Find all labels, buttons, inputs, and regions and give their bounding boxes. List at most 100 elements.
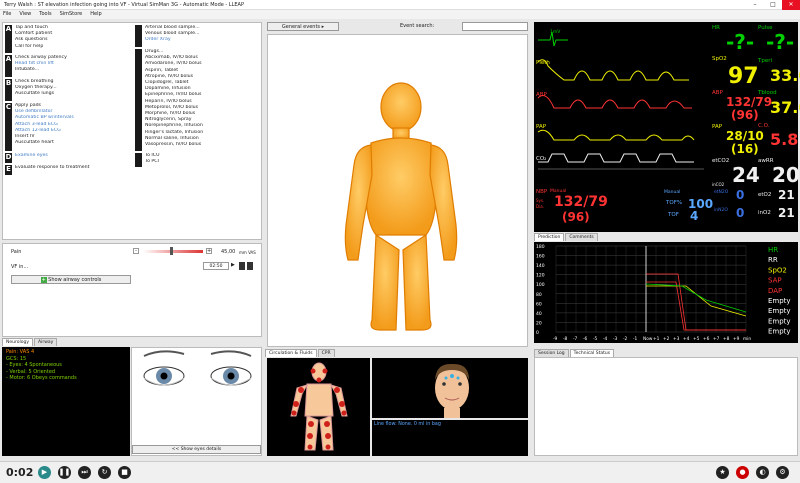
pain-decrease-button[interactable]: - <box>133 248 139 254</box>
menu-help[interactable]: Help <box>90 10 101 19</box>
ecg-scale: 1mV <box>550 30 561 35</box>
action-item[interactable]: Vasopressin, IV/IO bolus <box>145 142 259 148</box>
close-button[interactable]: ✕ <box>782 0 800 10</box>
action-section-d: D Examine eyes <box>5 153 129 163</box>
legend-entry: HR <box>768 246 778 254</box>
play-button[interactable]: ▶ <box>38 466 51 479</box>
restart-button[interactable]: ↻ <box>98 466 111 479</box>
pap-wave-label: PAP <box>536 124 547 130</box>
neurology-panel: Neurology Airway Pain: VAS 4 GCS: 15 - E… <box>2 338 262 456</box>
settings-button[interactable]: ⚙ <box>776 466 789 479</box>
action-item[interactable]: To PCI <box>145 159 259 165</box>
section-letter-icon: D <box>5 153 12 163</box>
section-letter-icon <box>135 49 142 151</box>
section-letter-icon: A <box>5 25 12 53</box>
menu-simstore[interactable]: SimStore <box>60 10 83 19</box>
pap-mean: (16) <box>731 142 759 156</box>
skip-button[interactable]: ⏭ <box>78 466 91 479</box>
line-flow-text: Line flow: None. 0 ml in bag <box>374 422 441 427</box>
vf-start-button[interactable]: ▶ <box>231 262 235 268</box>
legend-entry: Empty <box>768 328 791 336</box>
action-item[interactable]: Auscultate lungs <box>15 91 129 97</box>
tab-comments[interactable]: Comments <box>565 233 598 241</box>
tab-technical-status[interactable]: Technical Status <box>569 349 615 357</box>
action-section-r: Arterial blood sample... Venous blood sam… <box>135 25 259 47</box>
patient-face-illustration[interactable] <box>372 358 528 418</box>
nbp-dia-label: Dia. <box>536 204 544 209</box>
pain-increase-button[interactable]: + <box>206 248 212 254</box>
iv-body-illustration[interactable] <box>267 358 370 456</box>
legend-entry: Empty <box>768 297 791 305</box>
tblood-value: 37.0 <box>770 98 800 117</box>
ino2-label: inO2 <box>758 210 771 216</box>
action-item[interactable]: Examine eyes <box>15 153 129 159</box>
vf-option-a[interactable] <box>239 262 245 270</box>
action-item[interactable]: Evaluate response to treatment <box>15 165 129 171</box>
show-airway-controls-button[interactable]: + Show airway controls <box>11 275 131 284</box>
pause-button[interactable]: ❚❚ <box>58 466 71 479</box>
action-item[interactable]: Call for help <box>15 44 129 50</box>
pain-slider[interactable] <box>143 250 203 253</box>
general-events-button[interactable]: General events ▸ <box>267 22 339 31</box>
pain-unit: mm VAS <box>239 250 256 255</box>
parameters-panel: Pain - + 45,00 mm VAS VF in... 02:50 ▶ +… <box>2 243 262 337</box>
tab-neurology[interactable]: Neurology <box>2 338 34 346</box>
tab-prediction[interactable]: Prediction <box>534 233 565 241</box>
record-button[interactable]: ● <box>736 466 749 479</box>
y-tick-label: 20 <box>536 320 542 326</box>
tofp-label: TOF% <box>666 200 683 206</box>
pleth-wave-label: Pleth <box>536 60 550 66</box>
circulation-panel: Circulation & Fluids CPR Line flow: None… <box>265 349 530 456</box>
star-button[interactable]: ★ <box>716 466 729 479</box>
legend-entry: Empty <box>768 317 791 325</box>
tof-value: 4 <box>690 209 699 223</box>
event-search-input[interactable] <box>462 22 528 31</box>
tab-session-log[interactable]: Session Log <box>534 349 569 357</box>
menu-tools[interactable]: Tools <box>39 10 51 19</box>
show-airway-controls-label: Show airway controls <box>48 277 102 283</box>
menu-file[interactable]: File <box>3 10 11 19</box>
vf-option-b[interactable] <box>247 262 253 270</box>
etn2o-value: 0 <box>736 188 745 202</box>
log-content <box>534 357 798 456</box>
etco2-label: etCO2 <box>712 158 730 164</box>
menu-bar: File View Tools SimStore Help <box>0 10 800 19</box>
hr-label: HR <box>712 25 720 31</box>
co2-wave-label: CO₂ <box>536 156 547 162</box>
neuro-status-screen: Pain: VAS 4 GCS: 15 - Eyes: 4 Spontaneou… <box>2 347 130 456</box>
y-tick-label: 100 <box>536 282 545 288</box>
x-tick-label: +6 <box>703 336 710 342</box>
show-eyes-details-button[interactable]: << Show eyes details <box>132 445 261 454</box>
eto2-value: 21 <box>778 188 795 202</box>
maximize-button[interactable]: □ <box>764 0 782 10</box>
menu-view[interactable]: View <box>19 10 31 19</box>
stop-button[interactable]: ■ <box>118 466 131 479</box>
minimize-button[interactable]: – <box>746 0 764 10</box>
x-tick-label: +4 <box>683 336 690 342</box>
vf-time-field[interactable]: 02:50 <box>203 262 229 270</box>
action-section-b: B Check breathing Oxygen therapy... Auscult… <box>5 79 129 101</box>
patient-monitor[interactable]: 1mV ABP PAP CO₂ Pleth HR -?- SpO2 97 ABP… <box>534 22 800 232</box>
x-tick-label: -2 <box>623 336 628 342</box>
eyes-illustration <box>143 350 252 386</box>
tab-airway[interactable]: Airway <box>34 338 58 346</box>
x-tick-label: +5 <box>693 336 700 342</box>
tab-cpr[interactable]: CPR <box>317 349 335 357</box>
x-tick-label: +7 <box>713 336 720 342</box>
co-label: C.O. <box>758 123 770 129</box>
pain-slider-handle[interactable] <box>170 247 173 255</box>
x-tick-label: -1 <box>633 336 638 342</box>
eto2-label: etO2 <box>758 192 772 198</box>
hr-value: -?- <box>726 30 755 54</box>
action-section-a: A Tap and touch Comfort patient Ask questio… <box>5 25 129 53</box>
action-item[interactable]: Auscultate heart <box>15 140 129 146</box>
patient-body-icon[interactable] <box>268 35 529 348</box>
camera-button[interactable]: ◐ <box>756 466 769 479</box>
action-section-drugs: Drugs... Abciximab, IV/IO bolus Amiodarone… <box>135 49 259 151</box>
action-item[interactable]: Order Xray <box>145 37 259 43</box>
tof-mode: Manual <box>664 190 681 195</box>
tab-circulation[interactable]: Circulation & Fluids <box>265 349 317 357</box>
action-item[interactable]: Intubate... <box>15 67 129 73</box>
section-letter-icon: B <box>5 79 12 101</box>
action-section-transfer: To ICU To PCI <box>135 153 259 167</box>
